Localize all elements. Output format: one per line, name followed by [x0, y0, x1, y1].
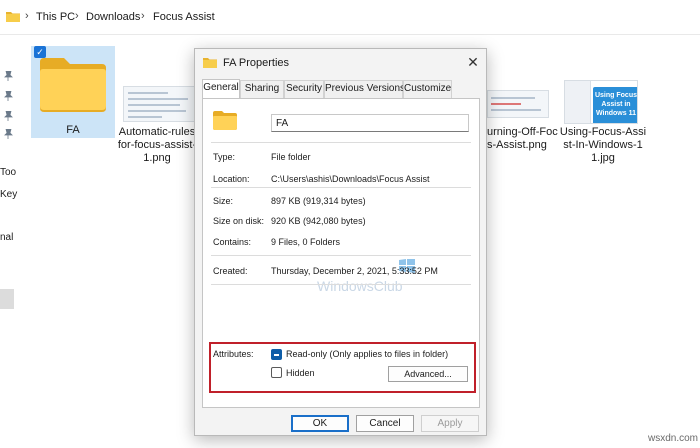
address-bar[interactable]: › This PC › Downloads › Focus Assist: [0, 0, 700, 35]
file-name[interactable]: urning-Off-Foc s-Assist.png: [487, 126, 558, 152]
apply-button[interactable]: Apply: [421, 415, 479, 432]
type-label: Type:: [213, 152, 236, 162]
image-thumbnail[interactable]: [123, 86, 195, 122]
file-name[interactable]: Using-Focus-Assi st-In-Windows-1 1.jpg: [558, 126, 648, 165]
contains-value: 9 Files, 0 Folders: [271, 237, 341, 247]
type-value: File folder: [271, 152, 311, 162]
created-value: Thursday, December 2, 2021, 5:33:52 PM: [271, 266, 438, 276]
properties-dialog: FA Properties ✕ General Sharing Security…: [194, 48, 487, 436]
chevron-right-icon: ›: [141, 10, 145, 22]
navigation-pane: Too Key nal: [0, 36, 22, 448]
attributes-label: Attributes:: [213, 349, 254, 359]
contains-label: Contains:: [213, 237, 252, 247]
watermark-text: WindowsClub: [317, 278, 403, 294]
pin-icon: [4, 91, 13, 101]
ok-button[interactable]: OK: [291, 415, 349, 432]
breadcrumb-downloads[interactable]: Downloads: [86, 11, 140, 23]
divider: [211, 284, 471, 285]
file-name-line: urning-Off-Foc: [487, 126, 558, 138]
divider: [211, 255, 471, 256]
size-on-disk-value: 920 KB (942,080 bytes): [271, 216, 366, 226]
size-value: 897 KB (919,314 bytes): [271, 196, 366, 206]
tab-previous-versions[interactable]: Previous Versions: [324, 80, 405, 98]
file-name-line: 1.jpg: [591, 152, 615, 164]
image-thumbnail[interactable]: [487, 90, 549, 118]
created-label: Created:: [213, 266, 248, 276]
hidden-checkbox[interactable]: [271, 367, 282, 378]
file-name-line: 1.png: [143, 152, 171, 164]
chevron-right-icon: ›: [75, 10, 79, 22]
advanced-button[interactable]: Advanced...: [388, 366, 468, 382]
pin-icon: [4, 71, 13, 81]
size-on-disk-label: Size on disk:: [213, 216, 265, 226]
folder-icon: [40, 58, 106, 112]
site-credit: wsxdn.com: [648, 433, 699, 444]
chevron-right-icon: ›: [25, 10, 29, 22]
pin-icon: [4, 129, 13, 139]
tab-security[interactable]: Security: [284, 80, 324, 98]
pin-icon: [4, 111, 13, 121]
size-label: Size:: [213, 196, 234, 206]
folder-name-input[interactable]: [271, 114, 469, 132]
file-name-line: Using-Focus-Assi: [559, 126, 647, 138]
folder-icon: [6, 12, 20, 22]
folder-icon: [203, 58, 217, 68]
folder-icon: [213, 111, 237, 130]
file-name[interactable]: Automatic-rules for-focus-assist- 1.png: [116, 126, 198, 165]
tab-general[interactable]: General: [202, 79, 240, 98]
general-panel: Type: File folder Location: C:\Users\ash…: [202, 98, 480, 408]
divider: [211, 142, 471, 143]
location-label: Location:: [213, 174, 250, 184]
file-name-line: Automatic-rules: [118, 126, 196, 138]
hidden-label[interactable]: Hidden: [286, 368, 315, 378]
breadcrumb-this-pc[interactable]: This PC: [36, 11, 75, 23]
readonly-checkbox[interactable]: [271, 349, 282, 360]
nav-item-fragment[interactable]: Too: [0, 167, 16, 178]
nav-item-fragment[interactable]: nal: [0, 232, 13, 243]
close-icon[interactable]: ✕: [463, 52, 483, 72]
tab-customize[interactable]: Customize: [403, 80, 452, 98]
readonly-label[interactable]: Read-only (Only applies to files in fold…: [286, 349, 448, 359]
file-name-line: s-Assist.png: [487, 139, 547, 151]
file-name-line: for-focus-assist-: [117, 139, 197, 151]
file-name[interactable]: FA: [31, 124, 115, 137]
tab-sharing[interactable]: Sharing: [240, 80, 284, 98]
file-name-line: FA: [66, 124, 80, 136]
divider: [211, 187, 471, 188]
cancel-button[interactable]: Cancel: [356, 415, 414, 432]
image-thumbnail[interactable]: Using Focus Assist in Windows 11: [564, 80, 638, 124]
dialog-title: FA Properties: [223, 57, 290, 69]
thumbnail-caption: Using Focus Assist in Windows 11: [593, 87, 637, 123]
location-value: C:\Users\ashis\Downloads\Focus Assist: [271, 174, 430, 184]
file-name-line: st-In-Windows-1: [563, 139, 643, 151]
nav-selected-item[interactable]: [0, 289, 14, 309]
nav-item-fragment[interactable]: Key: [0, 189, 17, 200]
breadcrumb-focus-assist[interactable]: Focus Assist: [153, 11, 215, 23]
